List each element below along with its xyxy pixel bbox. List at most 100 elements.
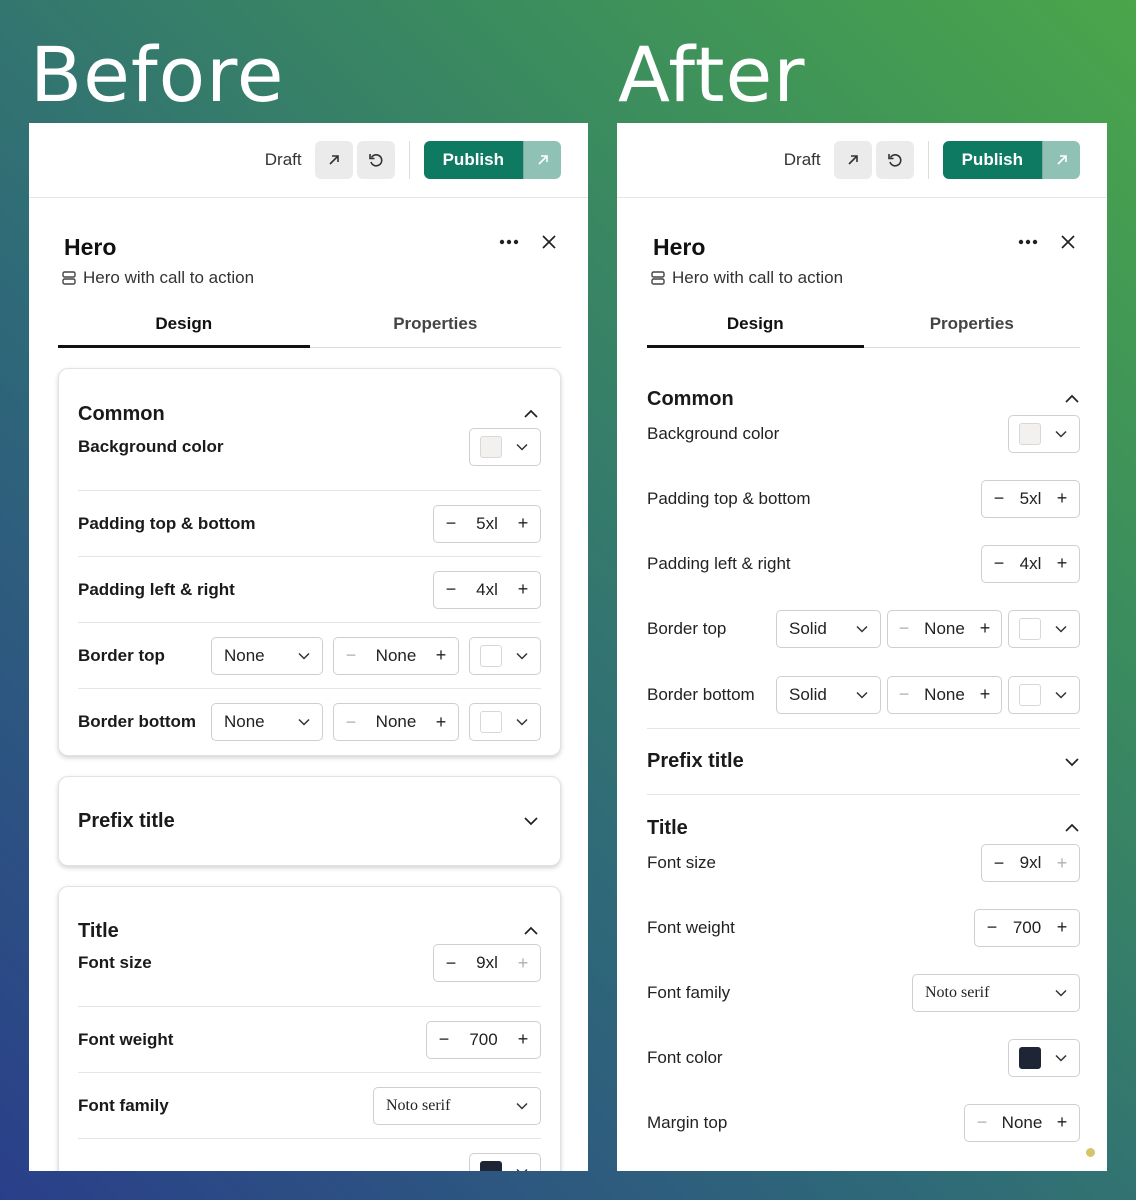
chevron-up-icon[interactable] — [1064, 394, 1080, 404]
increment-button[interactable]: + — [506, 1029, 540, 1050]
padding-lr-stepper[interactable]: − 4xl + — [981, 544, 1080, 583]
padding-lr-stepper[interactable]: − 4xl + — [433, 570, 541, 609]
arrow-up-right-icon — [1056, 155, 1067, 165]
margin-top-stepper[interactable]: − None + — [964, 1103, 1080, 1142]
chevron-up-icon[interactable] — [1064, 823, 1080, 833]
increment-button[interactable]: + — [1045, 553, 1079, 574]
font-size-value: 9xl — [1019, 853, 1042, 872]
publish-group: Publish — [942, 141, 1080, 179]
prefix-title-card[interactable]: Prefix title — [58, 776, 561, 866]
font-weight-label: Font weight — [647, 917, 735, 937]
decrement-button[interactable]: − — [427, 1029, 461, 1050]
chevron-up-icon[interactable] — [523, 409, 539, 419]
font-weight-value: 700 — [469, 1029, 498, 1049]
decrement-button[interactable]: − — [888, 618, 920, 639]
arrow-up-right-icon — [537, 155, 548, 165]
margin-top-value: None — [1001, 1112, 1043, 1132]
tab-design[interactable]: Design — [58, 296, 310, 348]
prefix-title-section-header[interactable]: Prefix title — [647, 729, 1080, 795]
close-icon[interactable] — [541, 234, 557, 250]
border-bottom-color-picker[interactable] — [469, 703, 541, 741]
decrement-button[interactable]: − — [434, 513, 468, 534]
increment-button[interactable]: + — [424, 645, 458, 666]
chevron-down-icon[interactable] — [1064, 757, 1080, 767]
border-top-style-select[interactable]: None — [211, 636, 323, 675]
background-color-picker[interactable] — [469, 428, 541, 466]
border-top-label: Border top — [78, 645, 165, 665]
chevron-down-icon — [856, 625, 868, 633]
increment-button[interactable]: + — [506, 953, 540, 974]
chevron-down-icon — [1055, 430, 1067, 438]
chevron-down-icon[interactable] — [523, 816, 539, 826]
color-swatch — [480, 711, 502, 733]
decrement-button[interactable]: − — [982, 488, 1016, 509]
font-color-picker[interactable] — [469, 1153, 541, 1171]
border-top-width-stepper[interactable]: − None + — [887, 609, 1002, 648]
before-panel: Draft Publish Hero Hero with call to act… — [29, 123, 588, 1171]
decrement-button[interactable]: − — [888, 684, 920, 705]
border-bottom-color-picker[interactable] — [1008, 675, 1080, 714]
chevron-up-icon[interactable] — [523, 926, 539, 936]
decrement-button[interactable]: − — [334, 712, 368, 733]
padding-tb-stepper[interactable]: − 5xl + — [433, 504, 541, 543]
decrement-button[interactable]: − — [434, 953, 468, 974]
border-bottom-width-stepper[interactable]: − None + — [887, 675, 1002, 714]
open-live-button[interactable] — [1042, 141, 1080, 179]
common-card: Common Background color Padding top & bo… — [58, 368, 561, 756]
increment-button[interactable]: + — [1045, 1112, 1079, 1133]
increment-button[interactable]: + — [424, 712, 458, 733]
publish-button[interactable]: Publish — [942, 141, 1042, 179]
increment-button[interactable]: + — [969, 684, 1001, 705]
padding-tb-value: 5xl — [1019, 488, 1042, 508]
prefix-title-heading: Prefix title — [647, 750, 744, 772]
publish-button[interactable]: Publish — [423, 141, 523, 179]
font-weight-value: 700 — [1012, 917, 1042, 937]
increment-button[interactable]: + — [1045, 917, 1079, 938]
font-size-stepper[interactable]: − 9xl + — [433, 944, 541, 982]
increment-button[interactable]: + — [506, 513, 540, 534]
font-size-stepper[interactable]: − 9xl + — [981, 844, 1080, 882]
border-bottom-style-select[interactable]: None — [211, 703, 323, 741]
border-top-style-select[interactable]: Solid — [776, 609, 881, 648]
tab-properties[interactable]: Properties — [310, 296, 562, 347]
decrement-button[interactable]: − — [982, 853, 1016, 874]
font-weight-stepper[interactable]: − 700 + — [974, 908, 1080, 947]
increment-button[interactable]: + — [506, 579, 540, 600]
open-live-button[interactable] — [523, 141, 561, 179]
font-family-select[interactable]: Noto serif — [373, 1086, 541, 1125]
font-color-picker[interactable] — [1008, 1038, 1080, 1077]
font-family-value: Noto serif — [925, 983, 990, 1001]
toolbar: Draft Publish — [617, 123, 1107, 198]
block-layout-icon — [650, 270, 666, 286]
decrement-button[interactable]: − — [334, 645, 368, 666]
font-family-select[interactable]: Noto serif — [912, 973, 1080, 1012]
font-family-label: Font family — [647, 982, 731, 1002]
more-icon[interactable] — [499, 239, 519, 245]
background-color-picker[interactable] — [1008, 415, 1080, 453]
decrement-button[interactable]: − — [434, 579, 468, 600]
chevron-down-icon — [856, 691, 868, 699]
decrement-button[interactable]: − — [982, 553, 1016, 574]
border-top-color-picker[interactable] — [469, 636, 541, 675]
border-bottom-style-select[interactable]: Solid — [776, 675, 881, 714]
decrement-button[interactable]: − — [975, 917, 1009, 938]
more-icon[interactable] — [1018, 239, 1038, 245]
increment-button[interactable]: + — [1045, 853, 1079, 874]
revert-button[interactable] — [875, 141, 914, 179]
tab-design[interactable]: Design — [647, 296, 864, 348]
open-draft-button[interactable] — [833, 141, 872, 179]
increment-button[interactable]: + — [969, 618, 1001, 639]
padding-tb-stepper[interactable]: − 5xl + — [981, 479, 1080, 518]
revert-button[interactable] — [356, 141, 395, 179]
increment-button[interactable]: + — [1045, 488, 1079, 509]
after-panel: Draft Publish Hero Hero with call to act… — [617, 123, 1107, 1171]
border-top-color-picker[interactable] — [1008, 609, 1080, 648]
tab-properties[interactable]: Properties — [864, 296, 1081, 347]
open-draft-button[interactable] — [314, 141, 353, 179]
close-icon[interactable] — [1060, 234, 1076, 250]
decrement-button[interactable]: − — [965, 1112, 999, 1133]
border-bottom-width-stepper[interactable]: − None + — [333, 703, 459, 741]
border-top-width-stepper[interactable]: − None + — [333, 636, 459, 675]
font-weight-stepper[interactable]: − 700 + — [426, 1020, 541, 1059]
chevron-down-icon — [1055, 1054, 1067, 1062]
